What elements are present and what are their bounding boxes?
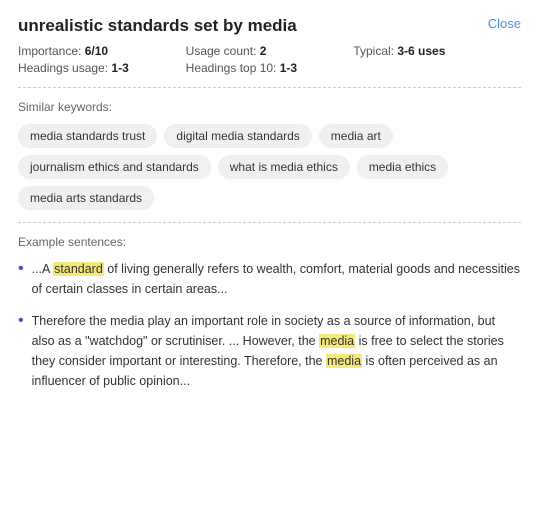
sentence-item: • ...A standard of living generally refer… [18,259,521,299]
bullet-icon: • [18,312,24,330]
headings-usage-label: Headings usage: [18,61,108,75]
highlighted-word: standard [53,262,104,276]
usage-count-item: Usage count: 2 [186,44,354,58]
keyword-tag[interactable]: digital media standards [164,124,311,148]
headings-top10-item: Headings top 10: 1-3 [186,61,354,75]
headings-usage-value: 1-3 [111,61,128,75]
divider-2 [18,222,521,223]
keyword-tag[interactable]: what is media ethics [218,155,350,179]
importance-item: Importance: 6/10 [18,44,186,58]
meta-grid: Importance: 6/10 Usage count: 2 Typical:… [18,44,521,75]
similar-keywords-label: Similar keywords: [18,100,521,114]
keyword-tag[interactable]: media standards trust [18,124,157,148]
typical-label: Typical: [353,44,394,58]
keyword-tag[interactable]: media ethics [357,155,448,179]
usage-count-value: 2 [260,44,267,58]
tags-container: media standards trust digital media stand… [18,124,521,210]
sentence-list: • ...A standard of living generally refer… [18,259,521,391]
keyword-tag[interactable]: media art [319,124,393,148]
keyword-title: unrealistic standards set by media [18,16,297,36]
bullet-icon: • [18,260,24,278]
highlighted-word: media [319,334,355,348]
headings-top10-value: 1-3 [280,61,297,75]
examples-label: Example sentences: [18,235,521,249]
headings-usage-item: Headings usage: 1-3 [18,61,186,75]
headings-top10-label: Headings top 10: [186,61,277,75]
sentence-text: Therefore the media play an important ro… [32,311,521,391]
keyword-tag[interactable]: journalism ethics and standards [18,155,211,179]
examples-section: Example sentences: • ...A standard of liv… [18,235,521,391]
highlighted-word: media [326,354,362,368]
sentence-item: • Therefore the media play an important r… [18,311,521,391]
card-header: unrealistic standards set by media Close [18,16,521,36]
importance-value: 6/10 [85,44,108,58]
keyword-tag[interactable]: media arts standards [18,186,154,210]
sentence-text: ...A standard of living generally refers… [32,259,521,299]
close-button[interactable]: Close [488,16,521,31]
keyword-detail-card: unrealistic standards set by media Close… [0,0,539,419]
importance-label: Importance: [18,44,81,58]
usage-count-label: Usage count: [186,44,257,58]
typical-item: Typical: 3-6 uses [353,44,521,58]
typical-value: 3-6 uses [397,44,445,58]
divider-1 [18,87,521,88]
